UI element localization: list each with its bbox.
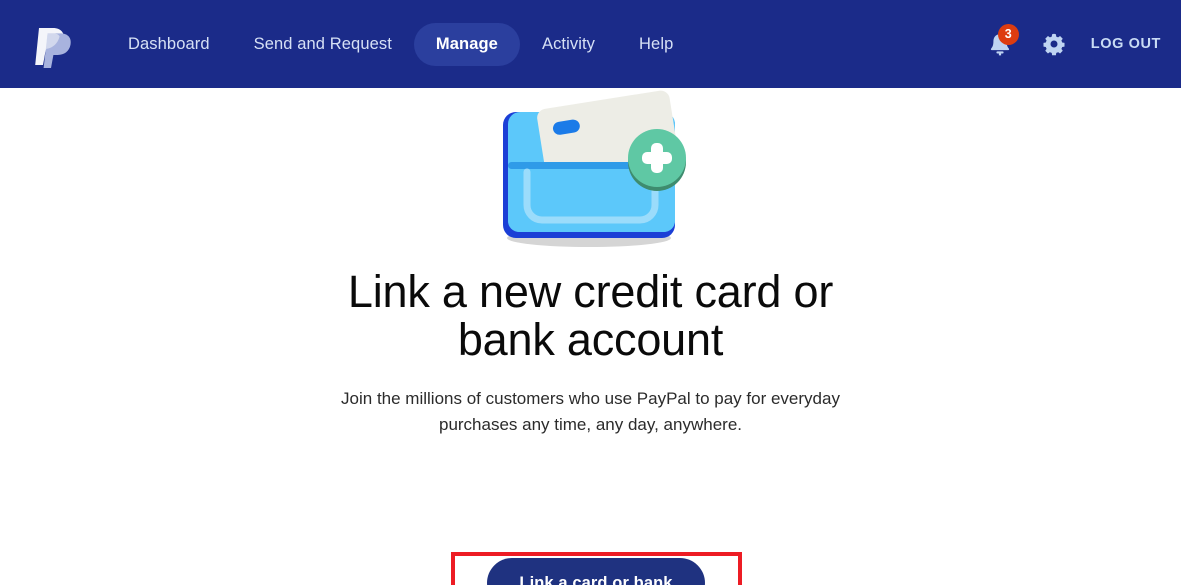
settings-button[interactable] xyxy=(1033,23,1075,65)
nav-item-activity[interactable]: Activity xyxy=(520,23,617,66)
site-header: Dashboard Send and Request Manage Activi… xyxy=(0,0,1181,88)
nav-item-dashboard-label: Dashboard xyxy=(128,34,210,53)
nav-item-send-and-request-label: Send and Request xyxy=(253,34,392,53)
gear-icon xyxy=(1043,33,1065,56)
nav-item-help[interactable]: Help xyxy=(617,23,695,66)
nav-item-manage[interactable]: Manage xyxy=(413,22,520,66)
wallet-with-card-and-plus-illustration xyxy=(502,90,686,247)
paypal-logo[interactable] xyxy=(26,16,82,72)
nav-item-help-label: Help xyxy=(639,34,674,53)
nav-item-send-and-request[interactable]: Send and Request xyxy=(232,23,414,66)
notifications-button[interactable]: 3 xyxy=(979,23,1021,65)
nav-item-dashboard[interactable]: Dashboard xyxy=(106,23,232,66)
paypal-logo-icon xyxy=(35,28,71,68)
link-card-or-bank-button[interactable]: Link a card or bank xyxy=(487,558,705,585)
page-title: Link a new credit card or bank account xyxy=(347,266,834,366)
main-content: Link a new credit card or bank account J… xyxy=(0,88,1181,585)
page-subtitle: Join the millions of customers who use P… xyxy=(341,389,840,434)
logout-button[interactable]: LOG OUT xyxy=(1091,36,1161,52)
header-actions: 3 LOG OUT xyxy=(979,0,1161,88)
main-navigation: Dashboard Send and Request Manage Activi… xyxy=(106,22,695,66)
nav-item-manage-label: Manage xyxy=(435,34,498,53)
nav-item-activity-label: Activity xyxy=(541,34,596,53)
notification-badge: 3 xyxy=(997,24,1019,45)
